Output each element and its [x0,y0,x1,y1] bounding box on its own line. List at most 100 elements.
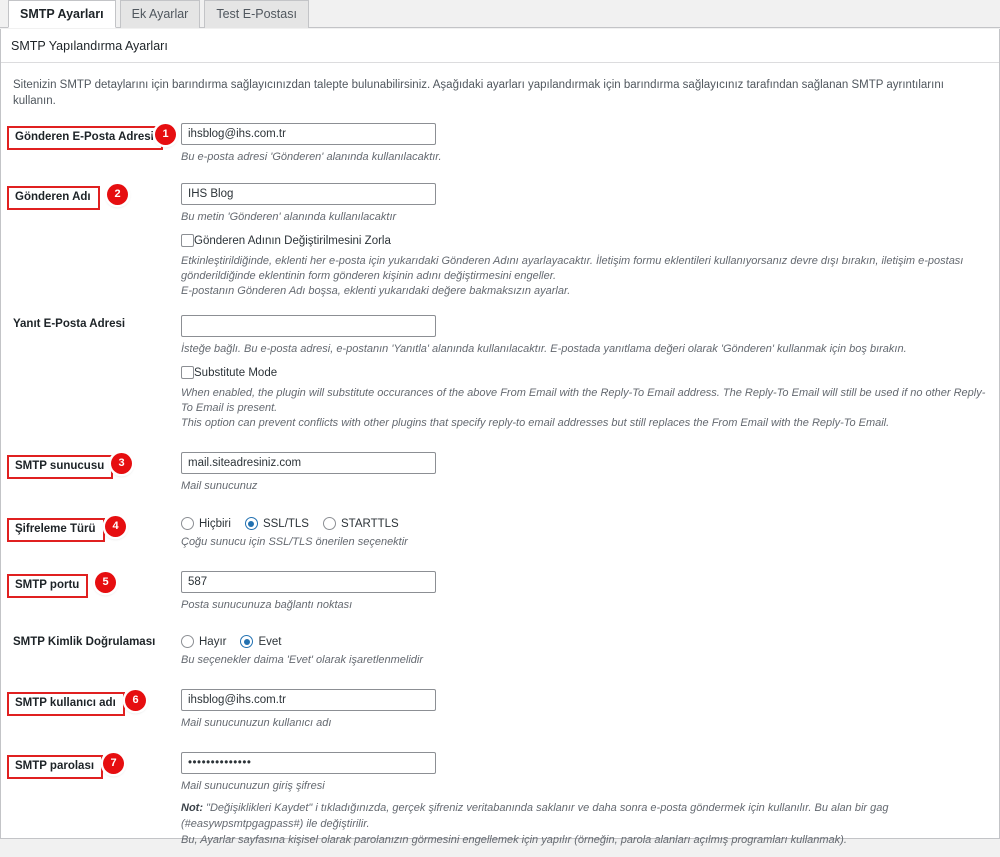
from-email-input[interactable] [181,123,436,145]
smtp-password-hint: Mail sunucunuzun giriş şifresi [181,780,325,792]
row-from-name: Gönderen Adı 2 Bu metin 'Gönderen' alanı… [7,183,987,299]
smtp-auth-option-label: Hayır [199,635,227,648]
annotation-badge-6: 6 [125,690,146,711]
settings-form: Gönderen E-Posta Adresi 1 Bu e-posta adr… [1,123,999,857]
encryption-radio-group: Hiçbiri SSL/TLS STARTTLS [181,515,987,530]
settings-panel: SMTP Yapılandırma Ayarları Sitenizin SMT… [0,29,1000,846]
smtp-host-hint: Mail sunucunuz [181,480,258,492]
radio-icon[interactable] [181,517,194,530]
smtp-auth-radio-group: Hayır Evet [181,633,987,648]
annotation-badge-2: 2 [107,184,128,205]
tab-smtp-ayarlari[interactable]: SMTP Ayarları [8,0,116,28]
tab-label: Ek Ayarlar [131,7,189,21]
label-smtp-username: SMTP kullanıcı adı 6 [7,689,169,716]
row-encryption: Şifreleme Türü 4 Hiçbiri SSL/TLS STARTTL… [7,515,987,550]
from-name-hint2-line2: E-postanın Gönderen Adı boşsa, eklenti y… [181,285,571,297]
field-smtp-port: Posta sunucunuza bağlantı noktası [169,571,987,613]
row-from-email: Gönderen E-Posta Adresi 1 Bu e-posta adr… [7,123,987,165]
from-email-hint: Bu e-posta adresi 'Gönderen' alanında ku… [181,151,442,163]
reply-to-hint: İsteğe bağlı. Bu e-posta adresi, e-posta… [181,343,907,355]
label-smtp-host: SMTP sunucusu 3 [7,452,169,479]
note-line2: Bu, Ayarlar sayfasına kişisel olarak par… [181,834,847,846]
label-encryption: Şifreleme Türü 4 [7,515,169,542]
field-encryption: Hiçbiri SSL/TLS STARTTLS Çoğu sunucu içi… [169,515,987,550]
row-reply-to: Yanıt E-Posta Adresi İsteğe bağlı. Bu e-… [13,315,987,431]
label-smtp-host-text: SMTP sunucusu [7,455,114,479]
label-from-email-text: Gönderen E-Posta Adresi [7,126,163,150]
encryption-option-none[interactable]: Hiçbiri [181,517,231,530]
tab-label: SMTP Ayarları [20,7,104,21]
note-line1: "Değişiklikleri Kaydet" i tıkladığınızda… [181,802,889,830]
force-from-name-checkbox-row[interactable]: Gönderen Adının Değiştirilmesini Zorla [181,234,987,247]
encryption-option-label: Hiçbiri [199,517,231,530]
row-smtp-host: SMTP sunucusu 3 Mail sunucunuz [7,452,987,494]
from-name-hint: Bu metin 'Gönderen' alanında kullanılaca… [181,211,397,223]
encryption-option-label: STARTTLS [340,517,399,530]
encryption-option-starttls[interactable]: STARTTLS [322,517,399,530]
label-smtp-auth: SMTP Kimlik Doğrulaması [13,636,156,648]
row-smtp-port: SMTP portu 5 Posta sunucunuza bağlantı n… [7,571,987,613]
radio-icon[interactable] [322,517,336,530]
row-smtp-username: SMTP kullanıcı adı 6 Mail sunucunuzun ku… [7,689,987,731]
tab-bar: SMTP Ayarları Ek Ayarlar Test E-Postası [0,0,1000,28]
reply-to-hint2-line2: This option can prevent conflicts with o… [181,417,890,429]
field-reply-to: İsteğe bağlı. Bu e-posta adresi, e-posta… [169,315,987,431]
row-smtp-auth: SMTP Kimlik Doğrulaması Hayır Evet Bu se… [13,633,987,668]
label-smtp-username-text: SMTP kullanıcı adı [7,692,125,716]
field-from-email: Bu e-posta adresi 'Gönderen' alanında ku… [169,123,987,165]
field-smtp-auth: Hayır Evet Bu seçenekler daima 'Evet' ol… [169,633,987,668]
tab-label: Test E-Postası [216,7,297,21]
label-encryption-text: Şifreleme Türü [7,518,105,542]
from-name-input[interactable] [181,183,436,205]
label-from-name: Gönderen Adı 2 [7,183,169,210]
smtp-auth-option-no[interactable]: Hayır [181,635,226,648]
label-reply-to: Yanıt E-Posta Adresi [13,318,126,330]
force-from-name-checkbox[interactable] [181,234,194,247]
radio-icon[interactable] [181,635,194,648]
smtp-port-hint: Posta sunucunuza bağlantı noktası [181,599,353,611]
smtp-username-hint: Mail sunucunuzun kullanıcı adı [181,717,332,729]
smtp-password-input[interactable] [181,752,436,774]
label-smtp-password-text: SMTP parolası [7,755,104,779]
force-from-name-label: Gönderen Adının Değiştirilmesini Zorla [194,234,391,247]
smtp-auth-option-yes[interactable]: Evet [240,635,282,648]
panel-intro: Sitenizin SMTP detaylarını için barındır… [13,79,944,107]
radio-icon-selected[interactable] [240,635,254,648]
smtp-username-input[interactable] [181,689,436,711]
smtp-port-input[interactable] [181,571,436,593]
smtp-auth-option-label: Evet [258,635,282,648]
encryption-option-label: SSL/TLS [262,517,309,530]
radio-icon-selected[interactable] [244,517,258,530]
annotation-badge-7: 7 [103,753,124,774]
smtp-host-input[interactable] [181,452,436,474]
reply-to-input[interactable] [181,315,436,337]
annotation-badge-3: 3 [111,453,132,474]
field-smtp-username: Mail sunucunuzun kullanıcı adı [169,689,987,731]
encryption-option-ssltls[interactable]: SSL/TLS [244,517,309,530]
annotation-badge-5: 5 [95,572,116,593]
smtp-settings-page: SMTP Ayarları Ek Ayarlar Test E-Postası … [0,0,1000,857]
label-smtp-password: SMTP parolası 7 [7,752,169,779]
panel-title: SMTP Yapılandırma Ayarları [1,29,999,63]
label-smtp-port-text: SMTP portu [7,574,89,598]
substitute-mode-label: Substitute Mode [194,366,278,379]
label-smtp-port: SMTP portu 5 [7,571,169,598]
tab-test-e-postasi[interactable]: Test E-Postası [204,0,309,28]
tab-ek-ayarlar[interactable]: Ek Ayarlar [119,0,201,28]
reply-to-hint2-line1: When enabled, the plugin will substitute… [181,387,986,414]
label-from-email: Gönderen E-Posta Adresi 1 [7,123,176,150]
annotation-badge-4: 4 [105,516,126,537]
label-from-name-text: Gönderen Adı [7,186,100,210]
substitute-mode-checkbox[interactable] [181,366,194,379]
field-from-name: Bu metin 'Gönderen' alanında kullanılaca… [169,183,987,299]
from-name-hint2-line1: Etkinleştirildiğinde, eklenti her e-post… [181,255,964,282]
row-smtp-password: SMTP parolası 7 Mail sunucunuzun giriş ş… [7,752,987,848]
encryption-hint: Çoğu sunucu için SSL/TLS önerilen seçene… [181,536,408,548]
substitute-mode-checkbox-row[interactable]: Substitute Mode [181,366,987,379]
smtp-auth-hint: Bu seçenekler daima 'Evet' olarak işaret… [181,654,424,666]
field-smtp-host: Mail sunucunuz [169,452,987,494]
smtp-password-note: Not: "Değişiklikleri Kaydet" i tıkladığı… [181,800,987,832]
annotation-badge-1: 1 [155,124,176,145]
field-smtp-password: Mail sunucunuzun giriş şifresi Not: "Değ… [169,752,987,848]
note-prefix: Not: [181,802,203,814]
